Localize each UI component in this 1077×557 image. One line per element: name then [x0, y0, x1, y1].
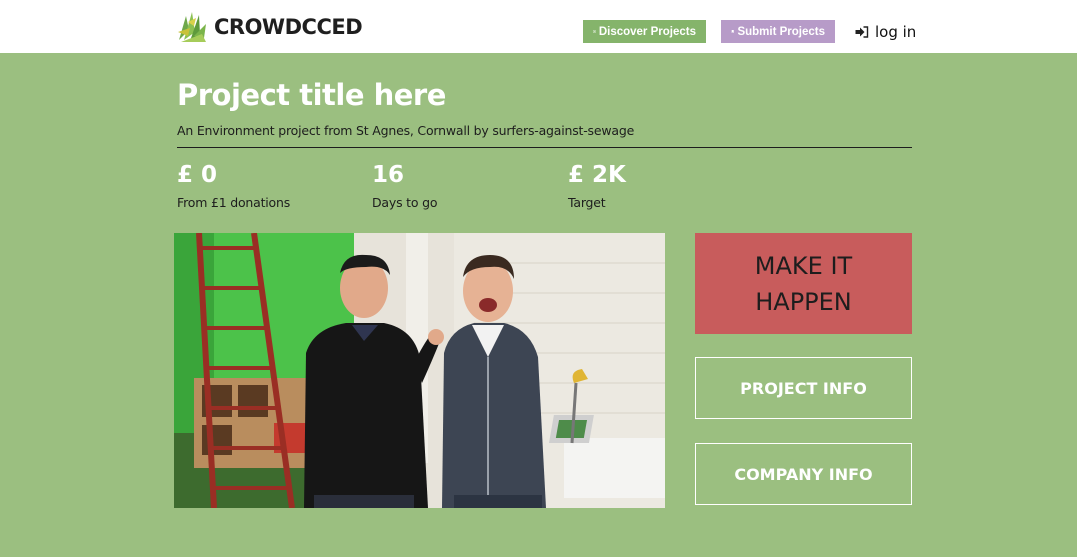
submit-projects-label: Submit Projects: [737, 25, 825, 38]
project-info-button[interactable]: PROJECT INFO: [695, 357, 912, 419]
brand-name: CROWDCCED: [214, 15, 363, 39]
project-title: Project title here: [177, 78, 446, 112]
project-info-label: PROJECT INFO: [740, 378, 867, 398]
discover-projects-button[interactable]: Discover Projects: [583, 20, 706, 43]
stat-raised: £ 0 From £1 donations: [177, 161, 290, 210]
submit-projects-button[interactable]: Submit Projects: [721, 20, 835, 43]
login-label: log in: [875, 23, 917, 41]
project-photo: [174, 233, 665, 508]
login-link[interactable]: log in: [855, 23, 916, 41]
bookmark-icon: [731, 29, 734, 34]
stat-days-label: Days to go: [372, 195, 438, 210]
divider: [177, 147, 912, 148]
make-it-happen-label: MAKE IT HAPPEN: [754, 251, 853, 316]
stat-days-value: 16: [372, 162, 405, 188]
top-navigation-bar: CROWDCCED Discover Projects Submit Proje…: [0, 0, 1077, 53]
stat-raised-value: £ 0: [177, 162, 218, 188]
stat-raised-label: From £1 donations: [177, 195, 291, 210]
stat-days: 16 Days to go: [372, 161, 437, 210]
stat-target-value: £ 2K: [568, 162, 626, 188]
sign-in-icon: [855, 26, 869, 38]
make-it-happen-button[interactable]: MAKE IT HAPPEN: [695, 233, 912, 334]
leaf-logo-icon: [178, 12, 206, 42]
company-info-label: COMPANY INFO: [734, 464, 873, 484]
project-photo-illustration: [174, 233, 665, 508]
brand-logo[interactable]: CROWDCCED: [176, 10, 363, 44]
discover-projects-label: Discover Projects: [598, 25, 696, 38]
stat-target-label: Target: [568, 195, 606, 210]
project-subtitle: An Environment project from St Agnes, Co…: [177, 123, 635, 138]
play-square-icon: [593, 30, 596, 33]
company-info-button[interactable]: COMPANY INFO: [695, 443, 912, 505]
stat-target: £ 2K Target: [568, 161, 626, 210]
